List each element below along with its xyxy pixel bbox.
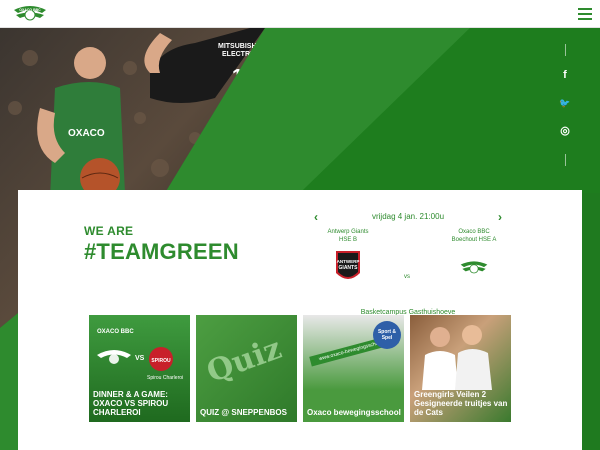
- antwerp-giants-logo: ANTWERP GIANTS: [336, 251, 360, 279]
- content-card: WE ARE #TEAMGREEN ‹ vrijdag 4 jan. 21:00…: [18, 190, 582, 450]
- social-divider-top: [564, 44, 566, 56]
- news-tile[interactable]: Greengirls Veilen 2 Gesigneerde truitjes…: [410, 315, 511, 422]
- tagline-teamgreen: #TEAMGREEN: [84, 239, 239, 264]
- news-tile[interactable]: www.oxaco-bewegingsschool.be Sport & Spe…: [303, 315, 404, 422]
- news-tiles: OXACO BBC SPIROU VS Spirou Charleroi DIN…: [89, 315, 511, 423]
- game-date: vrijdag 4 jan. 21:00u: [371, 212, 445, 221]
- tile-art-text: Sport & Spel: [373, 321, 401, 349]
- next-game-widget: ‹ vrijdag 4 jan. 21:00u › Antwerp Giants…: [310, 210, 506, 320]
- tile-vs: VS: [135, 355, 145, 362]
- tile-header-text: OXACO BBC: [97, 329, 134, 335]
- tile-caption: DINNER & A GAME: OXACO VS SPIROU CHARLER…: [93, 390, 169, 417]
- svg-text:GIANTS: GIANTS: [339, 265, 359, 271]
- tile-photo: [422, 325, 492, 390]
- facebook-icon[interactable]: f: [555, 66, 575, 84]
- tile-art-text: Quiz: [202, 330, 287, 391]
- news-tile[interactable]: Quiz QUIZ @ SNEPPENBOS: [196, 315, 297, 422]
- hamburger-menu-icon[interactable]: [578, 8, 592, 20]
- tile-caption: Oxaco bewegingsschool: [307, 408, 401, 417]
- tile-caption: Greengirls Veilen 2 Gesigneerde truitjes…: [414, 390, 508, 417]
- oxaco-logo[interactable]: OXACO BBC: [12, 4, 48, 24]
- next-game-chevron-icon[interactable]: ›: [498, 210, 502, 224]
- tile-caption: QUIZ @ SNEPPENBOS: [200, 408, 287, 417]
- news-tile[interactable]: OXACO BBC SPIROU VS Spirou Charleroi DIN…: [89, 315, 190, 422]
- tile-sub: Spirou Charleroi: [147, 375, 184, 381]
- away-team-division: Boechout HSE A: [451, 237, 497, 243]
- home-team-name: Antwerp Giants: [327, 229, 369, 235]
- logo-text: OXACO BBC: [19, 8, 41, 12]
- home-team[interactable]: Antwerp Giants HSE B ANTWERP GIANTS: [308, 228, 388, 290]
- social-links: f 🐦 ◎: [555, 44, 575, 166]
- away-team[interactable]: Oxaco BBC Boechout HSE A: [434, 228, 514, 283]
- tagline-we-are: WE ARE: [84, 224, 134, 238]
- site-header: OXACO BBC: [0, 0, 600, 28]
- home-team-division: HSE B: [338, 237, 357, 243]
- svg-text:ANTWERP: ANTWERP: [337, 259, 360, 264]
- svg-text:SPIROU: SPIROU: [151, 358, 171, 364]
- twitter-icon[interactable]: 🐦: [555, 94, 575, 112]
- versus-label: vs: [404, 274, 410, 280]
- tagline: WE ARE #TEAMGREEN: [84, 224, 239, 265]
- social-divider-bottom: [564, 154, 566, 166]
- away-team-name: Oxaco BBC: [458, 229, 490, 235]
- oxaco-team-logo: [460, 261, 488, 274]
- svg-text:OXACO: OXACO: [68, 128, 105, 139]
- instagram-icon[interactable]: ◎: [555, 122, 575, 140]
